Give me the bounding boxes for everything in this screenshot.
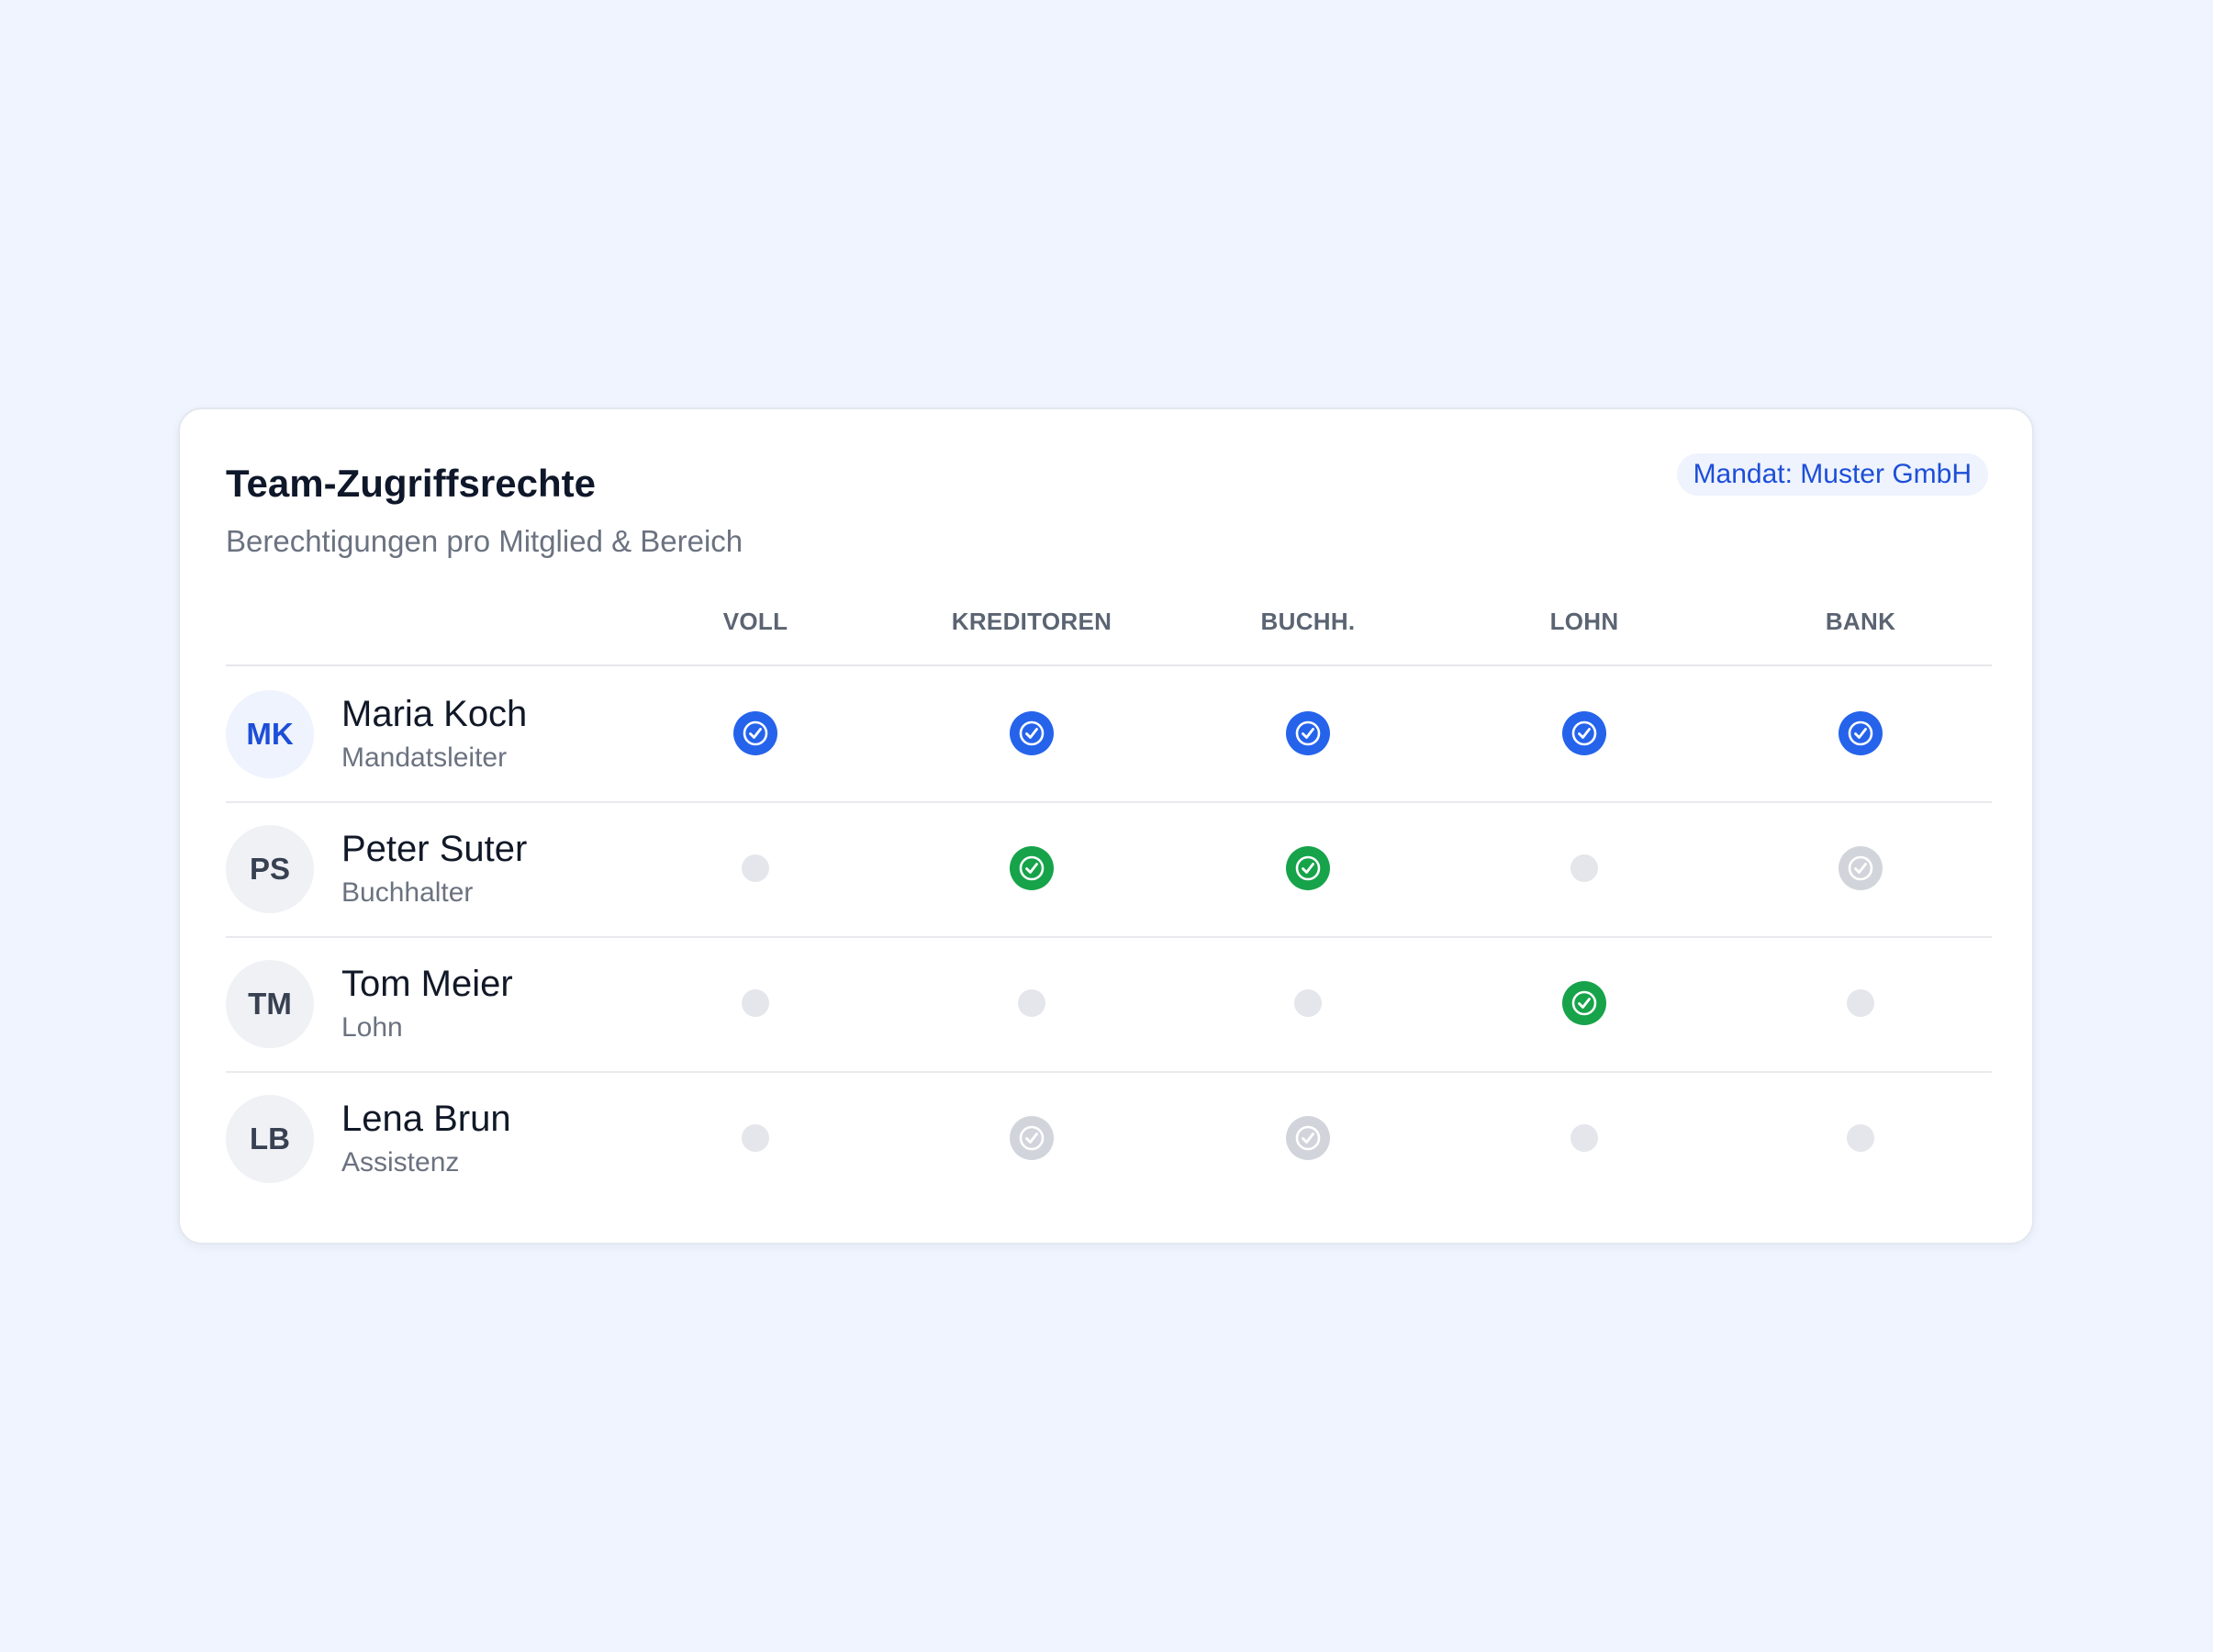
mandate-badge[interactable]: Mandat: Muster GmbH <box>1676 453 1988 496</box>
member-row: TM Tom Meier Lohn <box>226 936 1992 1073</box>
check-circle-icon <box>1838 710 1883 756</box>
member-row: MK Maria Koch Mandatsleiter <box>226 666 1992 803</box>
empty-dot-icon <box>742 1124 769 1152</box>
check-circle-icon <box>1285 1115 1331 1161</box>
empty-dot-icon <box>1847 1124 1874 1152</box>
avatar: TM <box>226 960 314 1048</box>
column-header-lohn: LOHN <box>1549 608 1619 635</box>
column-header-bank: BANK <box>1825 608 1896 635</box>
check-circle-icon <box>1285 845 1331 891</box>
avatar: LB <box>226 1095 314 1183</box>
check-circle-icon <box>1009 710 1055 756</box>
empty-dot-icon <box>1570 1124 1598 1152</box>
member-name: Tom Meier <box>341 964 513 1004</box>
check-circle-icon <box>1838 845 1883 891</box>
empty-dot-icon <box>1294 989 1322 1017</box>
avatar: MK <box>226 690 314 778</box>
member-row: PS Peter Suter Buchhalter <box>226 801 1992 938</box>
member-name: Lena Brun <box>341 1099 511 1139</box>
member-name: Maria Koch <box>341 694 528 734</box>
member-role: Mandatsleiter <box>341 742 508 773</box>
check-circle-icon <box>732 710 778 756</box>
avatar: PS <box>226 825 314 913</box>
empty-dot-icon <box>1018 989 1045 1017</box>
table-header: VOLL KREDITOREN BUCHH. LOHN BANK <box>226 598 1992 666</box>
member-row: LB Lena Brun Assistenz <box>226 1071 1992 1206</box>
empty-dot-icon <box>742 989 769 1017</box>
permissions-card: Team-Zugriffsrechte Berechtigungen pro M… <box>178 407 2034 1245</box>
member-role: Lohn <box>341 1012 403 1043</box>
check-circle-icon <box>1285 710 1331 756</box>
column-header-kreditoren: KREDITOREN <box>951 608 1112 635</box>
member-name: Peter Suter <box>341 829 528 869</box>
check-circle-icon <box>1009 845 1055 891</box>
empty-dot-icon <box>1570 854 1598 882</box>
empty-dot-icon <box>742 854 769 882</box>
check-circle-icon <box>1561 710 1607 756</box>
column-header-buchh: BUCHH. <box>1260 608 1356 635</box>
empty-dot-icon <box>1847 989 1874 1017</box>
card-title: Team-Zugriffsrechte <box>226 462 596 505</box>
member-role: Assistenz <box>341 1147 460 1178</box>
column-header-voll: VOLL <box>722 608 788 635</box>
card-subtitle: Berechtigungen pro Mitglied & Bereich <box>226 524 743 558</box>
check-circle-icon <box>1561 980 1607 1026</box>
check-circle-icon <box>1009 1115 1055 1161</box>
member-role: Buchhalter <box>341 877 474 908</box>
